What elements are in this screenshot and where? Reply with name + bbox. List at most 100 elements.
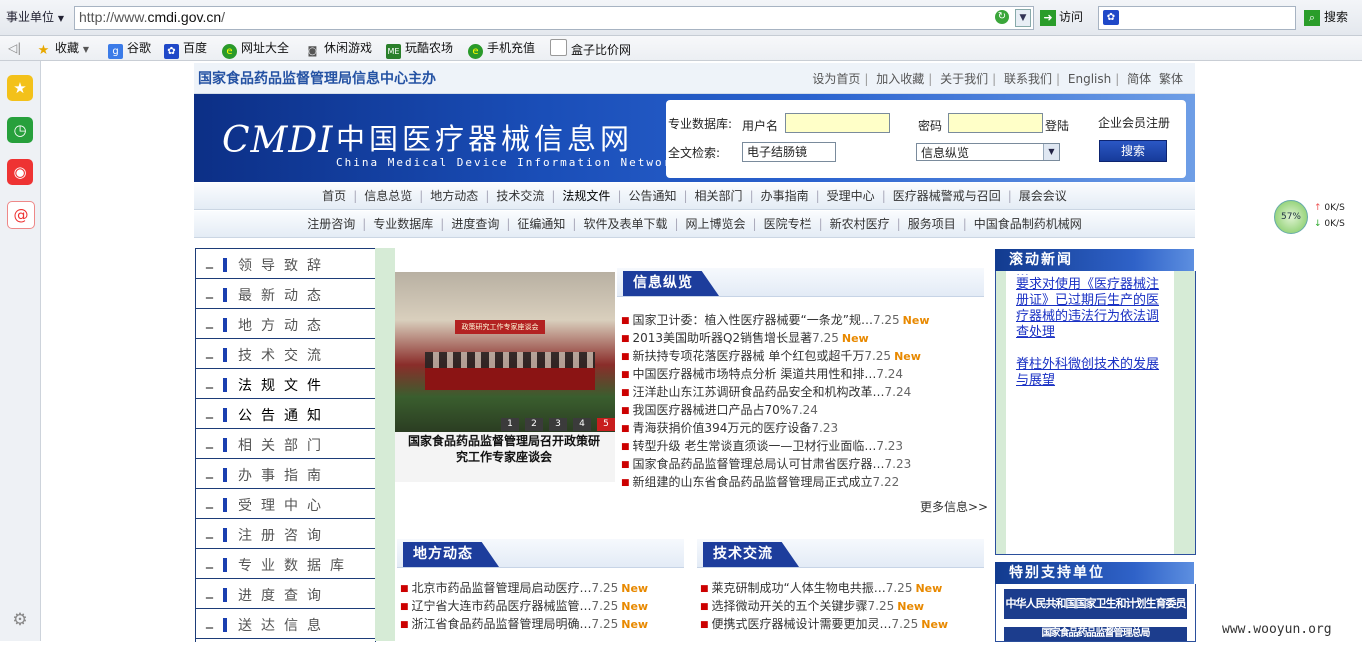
back-icon[interactable]: ◁| <box>8 39 21 57</box>
fulltext-search-button[interactable]: 搜索 <box>1099 140 1167 162</box>
network-speed-widget[interactable]: 57% ↑ 0K/S ↓ 0K/S <box>1274 200 1362 234</box>
fav-box[interactable]: 盒子比价网 <box>550 39 631 57</box>
news-item[interactable]: ■ 2013美国助听器Q2销售增长显著7.25 New <box>621 329 986 347</box>
news-item[interactable]: ■ 转型升级 老生常谈直须谈一—卫材行业面临…7.23 <box>621 437 986 455</box>
url-input[interactable]: http://www.cmdi.gov.cn/ ↻ ▼ <box>74 6 1034 30</box>
register-link[interactable]: 企业会员注册 <box>1098 114 1170 131</box>
news-photo-slideshow[interactable]: 政策研究工作专家座谈会 12345 <box>395 272 615 432</box>
site-logo[interactable]: CMDI <box>222 120 334 161</box>
left-menu-item[interactable]: _ 办事指南 <box>196 459 375 489</box>
fav-hao123[interactable]: e 网址大全 <box>222 39 289 59</box>
username-input[interactable] <box>785 113 890 133</box>
history-clock-icon[interactable]: ◷ <box>7 117 33 143</box>
favorites-star-icon[interactable]: ★ <box>7 75 33 101</box>
fav-games[interactable]: ◙ 休闲游戏 <box>305 39 372 57</box>
browser-search-button[interactable]: ⌕ 搜索 <box>1304 8 1348 26</box>
local-section-title[interactable]: 地方动态 <box>403 542 499 567</box>
subnav-item-2[interactable]: 进度查询 <box>451 217 499 231</box>
link-simplified[interactable]: 简体 <box>1127 72 1151 86</box>
scroll-news-item[interactable]: 脊柱外科微创技术的发展与展望 <box>1016 357 1166 389</box>
scroll-news-item[interactable]: 要求对使用《医疗器械注册证》已过期后生产的医疗器械的违法行为依法调查处理 <box>1016 277 1166 341</box>
fav-baidu[interactable]: ✿ 百度 <box>164 39 207 59</box>
news-item[interactable]: ■ 国家食品药品监督管理总局认可甘肃省医疗器…7.23 <box>621 455 986 473</box>
login-link[interactable]: 登陆 <box>1045 117 1069 134</box>
link-add-favorite[interactable]: 加入收藏 <box>876 72 924 86</box>
weibo-icon[interactable]: ◉ <box>7 159 33 185</box>
photo-caption[interactable]: 国家食品药品监督管理局召开政策研究工作专家座谈会 <box>404 433 604 465</box>
news-item[interactable]: ■ 辽宁省大连市药品医疗器械监管…7.25 New <box>400 597 685 615</box>
subnav-item-0[interactable]: 注册咨询 <box>307 217 355 231</box>
link-english[interactable]: English <box>1068 72 1111 86</box>
search-category-select[interactable]: 信息纵览 ▼ <box>916 143 1060 161</box>
subnav-item-5[interactable]: 网上博览会 <box>686 217 746 231</box>
nav-item-2[interactable]: 地方动态 <box>430 189 478 203</box>
news-item[interactable]: ■ 便携式医疗器械设计需要更加灵…7.25 New <box>700 615 985 633</box>
news-item[interactable]: ■ 浙江省食品药品监督管理局明确…7.25 New <box>400 615 685 633</box>
scope-dropdown[interactable]: 事业单位 ▼ <box>6 7 72 27</box>
news-item[interactable]: ■ 选择微动开关的五个关键步骤7.25 New <box>700 597 985 615</box>
slideshow-page-button[interactable]: 1 <box>501 418 519 431</box>
info-section-title[interactable]: 信息纵览 <box>623 271 719 296</box>
news-item[interactable]: ■ 汪洋赴山东江苏调研食品药品安全和机构改革…7.24 <box>621 383 986 401</box>
fav-google[interactable]: g 谷歌 <box>108 39 151 59</box>
left-menu-item[interactable]: _ 送达信息 <box>196 609 375 639</box>
tech-section-title[interactable]: 技术交流 <box>703 542 799 567</box>
refresh-icon[interactable]: ↻ <box>995 10 1009 24</box>
subnav-item-6[interactable]: 医院专栏 <box>764 217 812 231</box>
slideshow-page-button[interactable]: 2 <box>525 418 543 431</box>
more-info-link[interactable]: 更多信息>> <box>920 498 988 515</box>
password-input[interactable] <box>948 113 1043 133</box>
nav-item-9[interactable]: 医疗器械警戒与召回 <box>893 189 1001 203</box>
news-item[interactable]: ■ 中国医疗器械市场特点分析 渠道共用性和排…7.24 <box>621 365 986 383</box>
left-menu-item[interactable]: _ 最新动态 <box>196 279 375 309</box>
link-contact[interactable]: 联系我们 <box>1004 72 1052 86</box>
news-item[interactable]: ■ 我国医疗器械进口产品占70%7.24 <box>621 401 986 419</box>
mail-icon[interactable]: @ <box>7 201 35 229</box>
search-engine-input[interactable]: ✿ <box>1098 6 1296 30</box>
left-menu-item[interactable]: _ 法规文件 <box>196 369 375 399</box>
left-menu-item[interactable]: _ 受理中心 <box>196 489 375 519</box>
nav-item-5[interactable]: 公告通知 <box>628 189 676 203</box>
left-menu-item[interactable]: _ 公告通知 <box>196 399 375 429</box>
left-menu-item[interactable]: _ 专业数据库 <box>196 549 375 579</box>
news-item[interactable]: ■ 莱克研制成功“人体生物电共振…7.25 New <box>700 579 985 597</box>
left-menu-item[interactable]: _ 注册咨询 <box>196 519 375 549</box>
favorites-menu[interactable]: ★ 收藏 ▼ <box>36 39 89 58</box>
left-menu-item[interactable]: _ 领导致辞 <box>196 249 375 279</box>
fav-mobile[interactable]: e 手机充值 <box>468 39 535 59</box>
left-menu-item[interactable]: _ 进度查询 <box>196 579 375 609</box>
fulltext-search-input[interactable]: 电子结肠镜 <box>742 142 836 162</box>
news-item[interactable]: ■ 青海获捐价值394万元的医疗设备7.23 <box>621 419 986 437</box>
left-menu-item[interactable]: _ 地方动态 <box>196 309 375 339</box>
support-logo-cfda[interactable]: 国家食品药品监督管理总局 <box>1004 627 1187 641</box>
slideshow-page-button[interactable]: 5 <box>597 418 615 431</box>
baidu-paw-icon[interactable]: ✿ <box>1103 10 1119 25</box>
go-button[interactable]: ➜ 访问 <box>1040 8 1083 26</box>
subnav-item-9[interactable]: 中国食品制药机械网 <box>974 217 1082 231</box>
link-set-home[interactable]: 设为首页 <box>812 72 860 86</box>
subnav-item-8[interactable]: 服务项目 <box>908 217 956 231</box>
nav-item-1[interactable]: 信息总览 <box>364 189 412 203</box>
fav-farm[interactable]: ME 玩酷农场 <box>386 39 453 59</box>
nav-item-7[interactable]: 办事指南 <box>761 189 809 203</box>
link-about[interactable]: 关于我们 <box>940 72 988 86</box>
nav-item-3[interactable]: 技术交流 <box>496 189 544 203</box>
news-item[interactable]: ■ 新组建的山东省食品药品监督管理局正式成立7.22 <box>621 473 986 491</box>
nav-item-10[interactable]: 展会会议 <box>1019 189 1067 203</box>
url-history-dropdown[interactable]: ▼ <box>1015 9 1031 27</box>
support-logo-nhfpc[interactable]: 中华人民共和国国家卫生和计划生育委员会 <box>1004 589 1187 640</box>
nav-item-8[interactable]: 受理中心 <box>827 189 875 203</box>
news-item[interactable]: ■ 新扶持专项花落医疗器械 单个红包或超千万7.25 New <box>621 347 986 365</box>
slideshow-page-button[interactable]: 4 <box>573 418 591 431</box>
settings-gear-icon[interactable]: ⚙ <box>7 607 33 633</box>
left-menu-item[interactable]: _ 相关部门 <box>196 429 375 459</box>
news-item[interactable]: ■ 国家卫计委：植入性医疗器械要“一条龙”规…7.25 New <box>621 311 986 329</box>
subnav-item-1[interactable]: 专业数据库 <box>373 217 433 231</box>
nav-item-4[interactable]: 法规文件 <box>562 189 610 203</box>
nav-item-0[interactable]: 首页 <box>322 189 346 203</box>
subnav-item-3[interactable]: 征编通知 <box>517 217 565 231</box>
left-menu-item[interactable]: _ 技术交流 <box>196 339 375 369</box>
link-traditional[interactable]: 繁体 <box>1159 72 1183 86</box>
news-item[interactable]: ■ 北京市药品监督管理局启动医疗…7.25 New <box>400 579 685 597</box>
slideshow-page-button[interactable]: 3 <box>549 418 567 431</box>
